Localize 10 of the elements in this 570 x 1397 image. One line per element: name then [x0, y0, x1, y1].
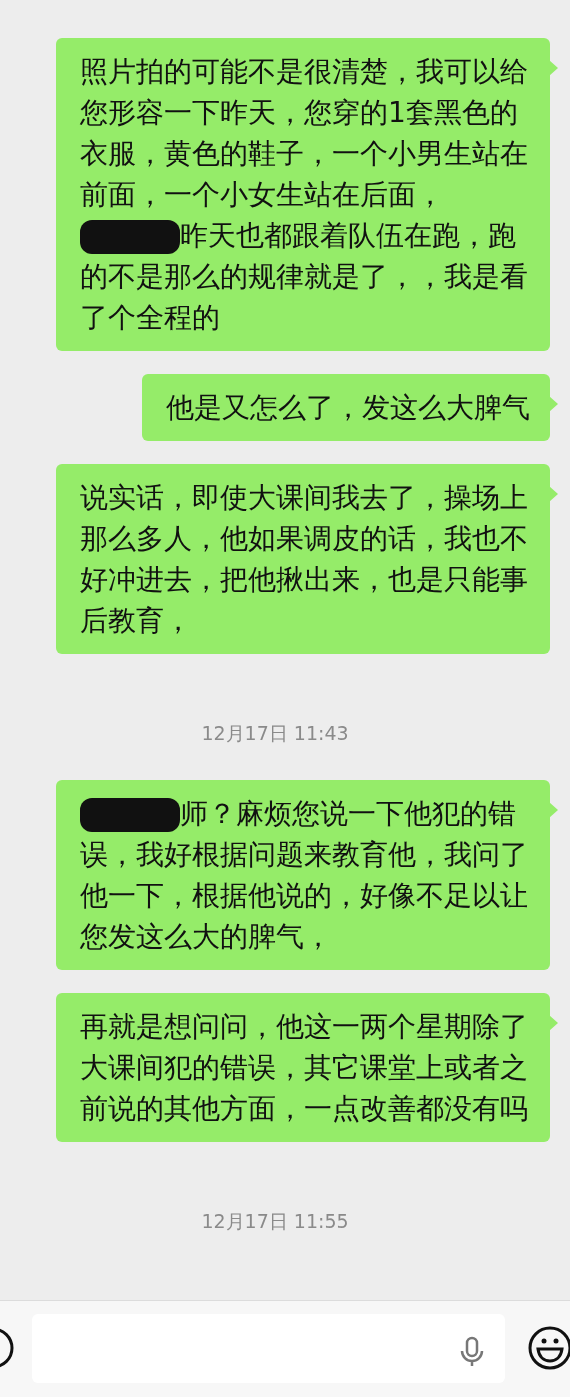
timestamp: 12月17日 11:55: [201, 1209, 349, 1233]
microphone-icon[interactable]: [459, 1336, 485, 1368]
message-text: 照片拍的可能不是很清楚，我可以给您形容一下昨天，您穿的1套黑色的衣服，黄色的鞋子，一个小男生站在前面，一个小女生站在后面， 昨天也都跟着队伍在跑，跑的不是那么的规律就是了，，我是看了个全程的: [80, 55, 528, 334]
emoji-icon[interactable]: [527, 1324, 570, 1372]
message-input-field[interactable]: [32, 1314, 505, 1383]
message-text: 他是又怎么了，发这么大脾气: [166, 391, 530, 424]
timestamp: 12月17日 11:43: [201, 721, 349, 745]
message-text: 说实话，即使大课间我去了，操场上那么多人，他如果调皮的话，我也不好冲进去，把他揪出来，也是只能事后教育，: [80, 481, 528, 637]
message-text: 师？麻烦您说一下他犯的错误，我好根据问题来教育他，我问了他一下，根据他说的，好像不足以让您发这么大的脾气，: [80, 797, 528, 953]
message-text: 再就是想问问，他这一两个星期除了大课间犯的错误，其它课堂上或者之前说的其他方面，一点改善都没有吗: [80, 1010, 528, 1125]
